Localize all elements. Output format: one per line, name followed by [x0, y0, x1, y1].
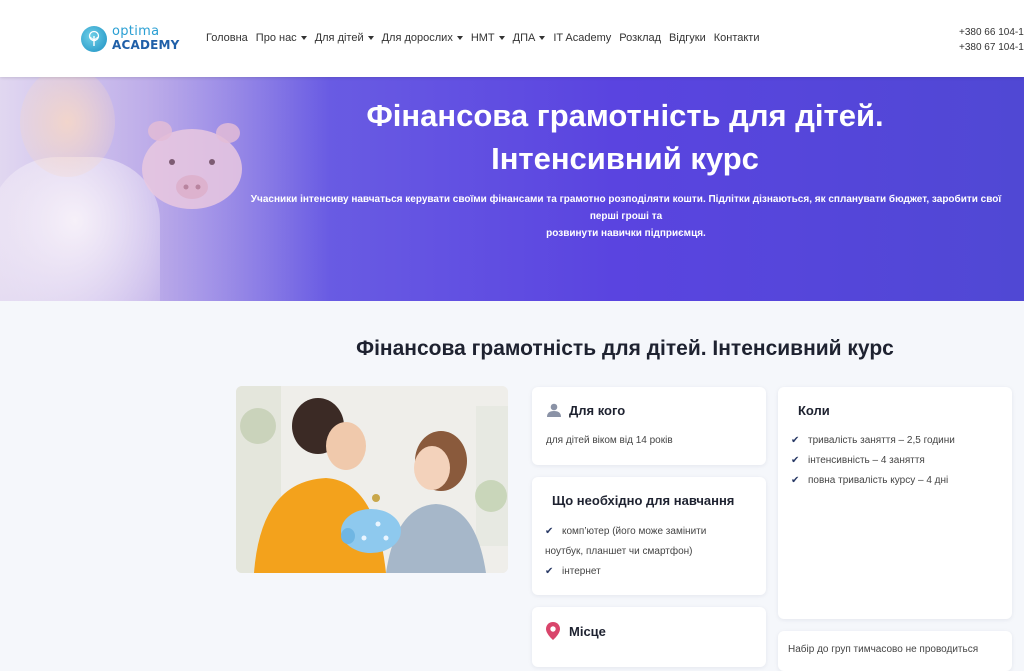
hero-subtitle: Учасники інтенсиву навчаться керувати св… [238, 191, 1014, 242]
logo-word-optima: optima [112, 24, 160, 39]
course-title: Фінансова грамотність для дітей. Інтенси… [356, 337, 894, 360]
card-place-title: Місце [569, 624, 606, 639]
nav-item-home[interactable]: Головна [206, 32, 248, 44]
list-item-text: ноутбук, планшет чи смартфон) [545, 546, 693, 557]
nav-label: Про нас [255, 32, 297, 44]
card-place: Місце [532, 607, 766, 667]
card-audience-text: для дітей віком від 14 років [546, 435, 673, 446]
card-audience-title: Для кого [569, 403, 626, 418]
map-pin-icon [546, 622, 560, 640]
nav-label: Для дорослих [381, 32, 453, 44]
hero-subtitle-line: розвинути навички підприємця. [546, 228, 706, 239]
caret-down-icon [367, 36, 374, 40]
check-icon: ✔ [545, 526, 554, 537]
nav-label: Розклад [619, 32, 662, 44]
list-item: ✔ інтенсивність – 4 заняття [791, 451, 1006, 471]
phone-link-2[interactable]: +380 67 104-19 [959, 40, 1024, 55]
hero-title-line: Фінансова грамотність для дітей. [366, 98, 884, 133]
main-nav: Головна Про нас Для дітей Для дорослих Н… [206, 32, 767, 44]
card-audience: Для кого для дітей віком від 14 років [532, 387, 766, 465]
nav-label: Відгуки [669, 32, 706, 44]
nav-item-schedule[interactable]: Розклад [619, 32, 661, 44]
caret-down-icon [456, 36, 463, 40]
nav-label: Для дітей [314, 32, 364, 44]
nav-item-kids[interactable]: Для дітей [315, 32, 374, 44]
nav-item-nmt[interactable]: НМТ [471, 32, 505, 44]
list-item: ✔ інтернет [545, 562, 760, 582]
logo[interactable]: optima ACADEMY [81, 24, 179, 56]
piggy-bank-icon [142, 121, 242, 209]
card-schedule: Коли ✔ тривалість заняття – 2,5 години ✔ і… [778, 387, 1012, 619]
course-photo [236, 386, 508, 573]
list-item: ✔ тривалість заняття – 2,5 години [791, 431, 1006, 451]
check-icon: ✔ [791, 475, 800, 486]
card-requirements: Що необхідно для навчання ✔ комп’ютер (йо… [532, 477, 766, 595]
enrollment-notice-text: Набір до груп тимчасово не проводиться [788, 644, 979, 655]
course-photo-illustration [236, 386, 508, 573]
caret-down-icon [539, 36, 546, 40]
list-item: ✔ повна тривалість курсу – 4 дні [791, 471, 1006, 491]
logo-word-academy: ACADEMY [112, 38, 180, 52]
list-item: ноутбук, планшет чи смартфон) [545, 542, 760, 562]
site-header: optima ACADEMY Головна Про нас Для дітей… [0, 0, 1024, 77]
phone-link-1[interactable]: +380 66 104-19 [959, 25, 1024, 40]
list-item-text: повна тривалість курсу – 4 дні [808, 475, 949, 486]
card-enrollment-notice: Набір до груп тимчасово не проводиться [778, 631, 1012, 671]
nav-label: IT Academy [553, 32, 612, 44]
nav-item-adults[interactable]: Для дорослих [382, 32, 463, 44]
nav-label: Контакти [713, 32, 760, 44]
check-icon: ✔ [545, 566, 554, 577]
nav-item-contacts[interactable]: Контакти [714, 32, 760, 44]
nav-item-it-academy[interactable]: IT Academy [553, 32, 611, 44]
requirements-list: ✔ комп’ютер (його може замінити ноутбук, … [545, 522, 760, 582]
user-icon [547, 403, 561, 417]
header-phones: +380 66 104-19 +380 67 104-19 [959, 25, 1024, 55]
hero-banner: Фінансова грамотність для дітей. Інтенси… [0, 77, 1024, 301]
list-item-text: інтернет [562, 566, 601, 577]
list-item-text: комп’ютер (його може замінити [562, 526, 707, 537]
nav-label: Головна [206, 32, 248, 44]
list-item-text: тривалість заняття – 2,5 години [808, 435, 955, 446]
card-requirements-title: Що необхідно для навчання [552, 493, 735, 508]
nav-item-dpa[interactable]: ДПА [513, 32, 546, 44]
nav-item-about[interactable]: Про нас [256, 32, 307, 44]
nav-label: ДПА [512, 32, 536, 44]
list-item-text: інтенсивність – 4 заняття [808, 455, 925, 466]
hero-title: Фінансова грамотність для дітей. Інтенси… [270, 94, 980, 180]
schedule-list: ✔ тривалість заняття – 2,5 години ✔ інтенс… [791, 431, 1006, 491]
check-icon: ✔ [791, 455, 800, 466]
hero-subtitle-line: Учасники інтенсиву навчаться керувати св… [250, 194, 1002, 222]
hero-title-line: Інтенсивний курс [491, 141, 759, 176]
card-schedule-title: Коли [798, 403, 830, 418]
nav-item-reviews[interactable]: Відгуки [669, 32, 706, 44]
check-icon: ✔ [791, 435, 800, 446]
list-item: ✔ комп’ютер (його може замінити [545, 522, 760, 542]
logo-tree-icon [81, 26, 107, 52]
nav-label: НМТ [470, 32, 495, 44]
caret-down-icon [498, 36, 505, 40]
caret-down-icon [300, 36, 307, 40]
